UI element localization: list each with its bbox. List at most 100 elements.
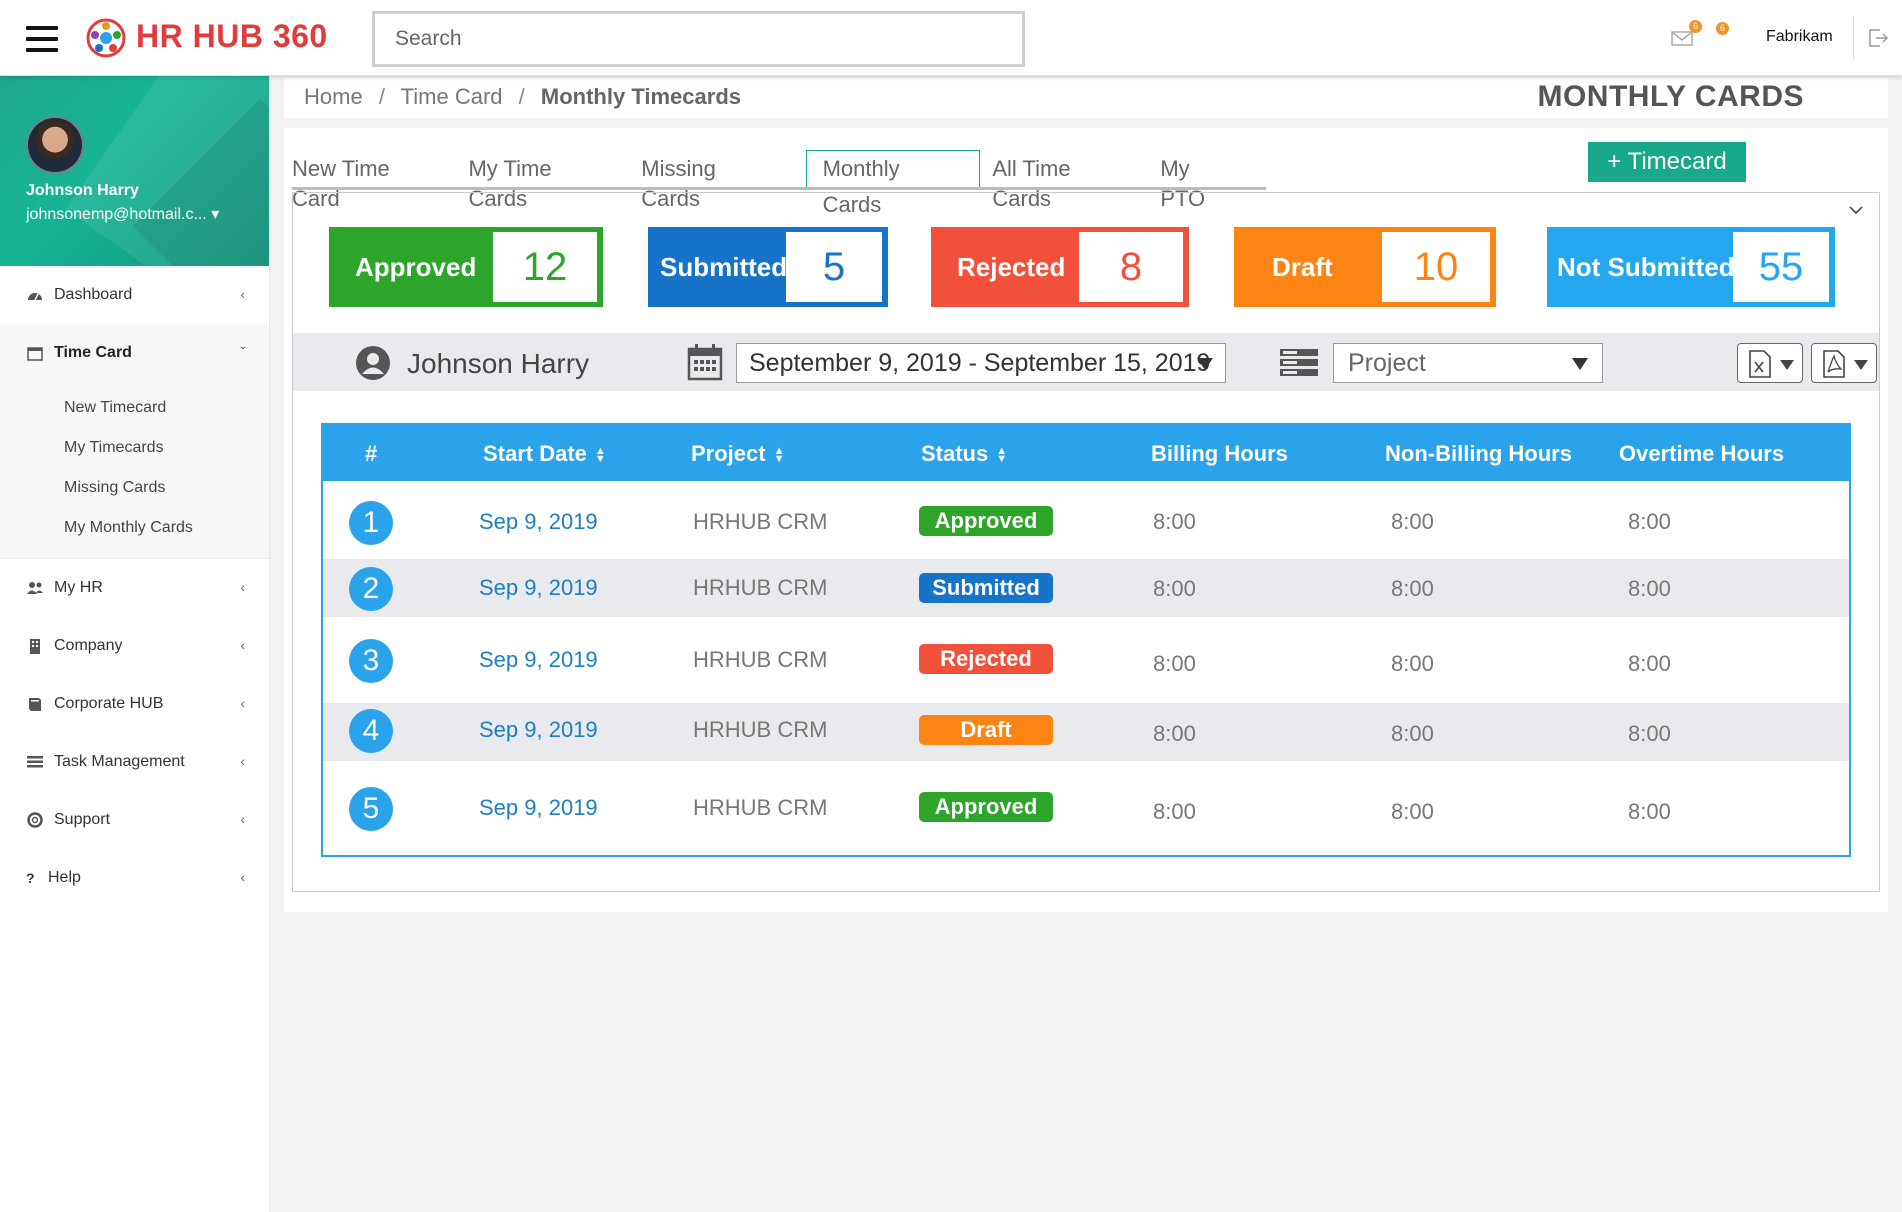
row-overtime-hours: 8:00 [1628,721,1671,746]
sidebar-item-task-management[interactable]: Task Management ‹ [0,733,269,791]
tab-monthly-cards[interactable]: Monthly Cards [805,150,981,217]
stat-not-submitted[interactable]: Not Submitted 55 [1547,227,1835,307]
tab-missing-cards[interactable]: Missing Cards [641,154,793,211]
sidebar-subitem-my-timecards[interactable]: My Timecards [0,428,269,468]
chevron-left-icon: ‹ [240,637,245,653]
question-icon: ? [26,870,35,886]
column-header-status[interactable]: Status ▲ ▼ [921,441,1007,467]
stat-approved[interactable]: Approved 12 [329,227,603,307]
tab-my-pto[interactable]: My PTO [1160,154,1254,211]
notification-count-badge: 6 [1716,22,1729,35]
row-number: 5 [349,787,393,831]
stat-count: 55 [1733,232,1829,302]
row-overtime-hours: 8:00 [1628,576,1671,601]
row-start-date[interactable]: Sep 9, 2019 [479,509,598,535]
hamburger-menu-icon[interactable] [26,26,58,52]
row-overtime-hours: 8:00 [1628,799,1671,824]
row-start-date[interactable]: Sep 9, 2019 [479,717,598,743]
row-non-billing-hours: 8:00 [1391,576,1434,601]
row-non-billing-hours: 8:00 [1391,799,1434,824]
stat-count: 12 [493,232,597,302]
export-excel-button[interactable] [1737,343,1803,383]
chevron-left-icon: ‹ [240,753,245,769]
column-header-start-date[interactable]: Start Date ▲ ▼ [483,441,606,467]
row-overtime-hours: 8:00 [1628,651,1671,676]
row-project: HRHUB CRM [693,795,828,820]
sort-icon: ▲ ▼ [996,445,1008,466]
table-row[interactable]: 4 Sep 9, 2019 HRHUB CRM Draft 8:00 8:00 … [323,703,1849,761]
add-timecard-button[interactable]: + Timecard [1588,142,1746,182]
sidebar-item-label: Corporate HUB [54,695,164,712]
stat-submitted[interactable]: Submitted 5 [648,227,888,307]
date-range-select[interactable]: September 9, 2019 - September 15, 2019 [736,343,1226,383]
row-overtime-hours: 8:00 [1628,509,1671,534]
sidebar-item-corporate-hub[interactable]: Corporate HUB ‹ [0,675,269,733]
pdf-file-icon [1823,350,1845,378]
row-project: HRHUB CRM [693,647,828,672]
sidebar-item-my-hr[interactable]: My HR ‹ [0,559,269,617]
sidebar-item-label: Task Management [54,753,185,770]
profile-email-dropdown[interactable]: johnsonemp@hotmail.c... ▾ [26,204,219,224]
stat-rejected[interactable]: Rejected 8 [931,227,1189,307]
filter-bar: Johnson Harry September 9, 2019 - Septem… [293,333,1879,391]
stat-count: 10 [1382,232,1490,302]
stat-count: 5 [786,232,882,302]
stat-draft[interactable]: Draft 10 [1234,227,1496,307]
sidebar-subitem-missing-cards[interactable]: Missing Cards [0,468,269,508]
sidebar-subitem-new-timecard[interactable]: New Timecard [0,388,269,428]
tab-new-time-card[interactable]: New Time Card [292,154,456,211]
row-billing-hours: 8:00 [1153,651,1196,676]
chevron-down-icon[interactable] [1847,201,1865,219]
sidebar-item-time-card[interactable]: Time Card ˇ [0,324,269,382]
caret-down-icon [1197,358,1213,370]
sidebar-item-label: Support [54,811,111,828]
time-card-submenu: New Timecard My Timecards Missing Cards … [0,382,269,559]
breadcrumb-time-card[interactable]: Time Card [401,84,503,109]
brand-name: HR HUB 360 [136,18,328,54]
sidebar-item-company[interactable]: Company ‹ [0,617,269,675]
chevron-left-icon: ‹ [240,695,245,711]
row-billing-hours: 8:00 [1153,509,1196,534]
avatar[interactable] [26,116,84,174]
table-row[interactable]: 2 Sep 9, 2019 HRHUB CRM Submitted 8:00 8… [323,559,1849,617]
export-pdf-button[interactable] [1811,343,1877,383]
row-number: 2 [349,567,393,611]
row-project: HRHUB CRM [693,717,828,742]
breadcrumb-home[interactable]: Home [304,84,363,109]
row-billing-hours: 8:00 [1153,799,1196,824]
search-input[interactable] [372,11,1025,67]
row-start-date[interactable]: Sep 9, 2019 [479,575,598,601]
tab-my-time-cards[interactable]: My Time Cards [468,154,629,211]
notification-button[interactable]: 6 [1716,20,1729,35]
book-icon [29,698,41,711]
sort-icon: ▲ ▼ [594,445,606,466]
company-name[interactable]: Fabrikam [1766,28,1833,46]
breadcrumb-separator: / [518,84,525,109]
main-card: New Time Card My Time Cards Missing Card… [284,128,1888,912]
row-start-date[interactable]: Sep 9, 2019 [479,647,598,673]
row-number: 4 [349,709,393,753]
table-row[interactable]: 3 Sep 9, 2019 HRHUB CRM Rejected 8:00 8:… [323,617,1849,703]
sidebar-subitem-my-monthly-cards[interactable]: My Monthly Cards [0,508,269,548]
row-start-date[interactable]: Sep 9, 2019 [479,795,598,821]
divider [1853,16,1854,60]
mail-count-badge: 6 [1689,20,1702,33]
calendar-icon[interactable] [687,343,723,381]
sidebar-item-label: My HR [54,579,103,596]
logout-icon[interactable] [1866,26,1890,50]
table-row[interactable]: 1 Sep 9, 2019 HRHUB CRM Approved 8:00 8:… [323,481,1849,559]
breadcrumb: Home / Time Card / Monthly Timecards [304,84,741,110]
chevron-left-icon: ‹ [240,811,245,827]
mail-button[interactable]: 6 [1670,20,1702,50]
tab-all-time-cards[interactable]: All Time Cards [992,154,1148,211]
column-header-project[interactable]: Project ▲ ▼ [691,441,784,467]
sidebar-item-support[interactable]: Support ‹ [0,791,269,849]
chevron-left-icon: ‹ [240,579,245,595]
project-select[interactable]: Project [1333,343,1603,383]
sidebar-item-help[interactable]: ? Help ‹ [0,849,269,907]
row-billing-hours: 8:00 [1153,721,1196,746]
table-row[interactable]: 5 Sep 9, 2019 HRHUB CRM Approved 8:00 8:… [323,761,1849,855]
sidebar-item-dashboard[interactable]: Dashboard ‹ [0,266,269,324]
list-icon [27,756,43,768]
sidebar: Johnson Harry johnsonemp@hotmail.c... ▾ … [0,76,270,1212]
